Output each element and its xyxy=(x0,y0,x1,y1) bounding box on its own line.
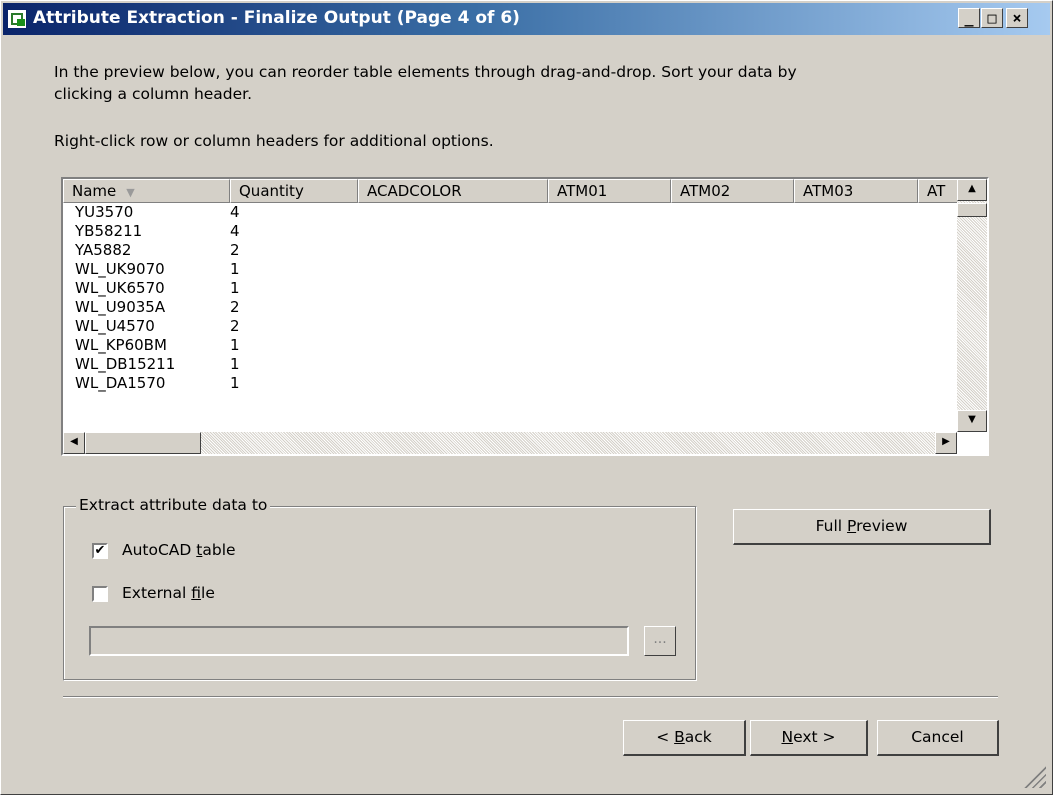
extract-groupbox-legend: Extract attribute data to xyxy=(76,496,271,514)
title-bar[interactable]: Attribute Extraction - Finalize Output (… xyxy=(3,3,1050,35)
cell-quantity: 2 xyxy=(230,298,240,316)
scroll-up-icon[interactable]: ▲ xyxy=(957,179,987,201)
column-header-acadcolor[interactable]: ACADCOLOR xyxy=(358,179,548,203)
column-header-atm01[interactable]: ATM01 xyxy=(548,179,671,203)
maximize-button[interactable]: □ xyxy=(981,8,1003,28)
back-button[interactable]: < Back xyxy=(623,720,746,756)
horizontal-scrollbar[interactable]: ◀ ▶ xyxy=(63,432,957,454)
cell-quantity: 1 xyxy=(230,336,240,354)
minimize-button[interactable]: _ xyxy=(958,8,980,28)
table-row[interactable]: YU3570 4 xyxy=(63,203,959,222)
vertical-scroll-thumb[interactable] xyxy=(957,203,987,217)
resize-grip-icon[interactable] xyxy=(1022,764,1046,788)
cell-name: WL_U9035A xyxy=(75,298,166,316)
preview-table[interactable]: Name ▼ Quantity ACADCOLOR ATM01 ATM02 ATM… xyxy=(61,177,989,456)
horizontal-scroll-thumb[interactable] xyxy=(85,432,201,454)
close-button[interactable]: × xyxy=(1006,8,1028,28)
table-row[interactable]: WL_KP60BM 1 xyxy=(63,336,959,355)
column-header-label: Name xyxy=(72,182,117,200)
column-header-atm02[interactable]: ATM02 xyxy=(671,179,794,203)
cell-quantity: 2 xyxy=(230,317,240,335)
next-button[interactable]: Next > xyxy=(750,720,868,756)
cell-name: YB58211 xyxy=(75,222,143,240)
cell-quantity: 1 xyxy=(230,260,240,278)
cell-quantity: 4 xyxy=(230,203,240,221)
table-body: YU3570 4 YB58211 4 YA5882 2 WL_UK9070 1 WL_U… xyxy=(63,203,959,432)
cell-name: YA5882 xyxy=(75,241,132,259)
cell-name: WL_KP60BM xyxy=(75,336,167,354)
column-header-name[interactable]: Name ▼ xyxy=(63,179,230,203)
sort-descending-icon: ▼ xyxy=(126,186,135,199)
instruction-text-line3: Right-click row or column headers for ad… xyxy=(54,132,494,150)
cell-quantity: 1 xyxy=(230,355,240,373)
scroll-right-icon[interactable]: ▶ xyxy=(935,432,957,454)
cell-name: WL_U4570 xyxy=(75,317,155,335)
instruction-text-line1: In the preview below, you can reorder ta… xyxy=(54,63,797,81)
cell-name: YU3570 xyxy=(75,203,134,221)
separator-line xyxy=(63,696,998,698)
window-title: Attribute Extraction - Finalize Output (… xyxy=(33,8,520,28)
scroll-down-icon[interactable]: ▼ xyxy=(957,410,987,432)
table-row[interactable]: WL_UK9070 1 xyxy=(63,260,959,279)
column-header-at[interactable]: AT xyxy=(918,179,959,203)
cell-quantity: 1 xyxy=(230,374,240,392)
table-row[interactable]: WL_DB15211 1 xyxy=(63,355,959,374)
cell-name: WL_UK9070 xyxy=(75,260,165,278)
app-icon xyxy=(7,9,27,29)
table-row[interactable]: WL_U9035A 2 xyxy=(63,298,959,317)
cell-quantity: 1 xyxy=(230,279,240,297)
autocad-table-checkbox[interactable]: ✔ xyxy=(92,543,108,559)
attribute-extraction-dialog: Attribute Extraction - Finalize Output (… xyxy=(0,0,1053,795)
table-row[interactable]: YA5882 2 xyxy=(63,241,959,260)
browse-button[interactable]: ... xyxy=(644,626,676,656)
cell-quantity: 4 xyxy=(230,222,240,240)
instruction-text-line2: clicking a column header. xyxy=(54,85,253,103)
external-file-checkbox[interactable] xyxy=(92,586,108,602)
column-header-atm03[interactable]: ATM03 xyxy=(794,179,918,203)
full-preview-button[interactable]: Full Preview xyxy=(733,509,991,545)
vertical-scrollbar[interactable]: ▲ ▼ xyxy=(957,179,987,432)
table-row[interactable]: WL_UK6570 1 xyxy=(63,279,959,298)
external-file-path-input[interactable] xyxy=(89,626,629,656)
table-row[interactable]: WL_DA1570 1 xyxy=(63,374,959,393)
column-header-quantity[interactable]: Quantity xyxy=(230,179,358,203)
cell-name: WL_UK6570 xyxy=(75,279,165,297)
cell-name: WL_DB15211 xyxy=(75,355,176,373)
cell-quantity: 2 xyxy=(230,241,240,259)
table-row[interactable]: WL_U4570 2 xyxy=(63,317,959,336)
cell-name: WL_DA1570 xyxy=(75,374,166,392)
external-file-label[interactable]: External file xyxy=(122,584,215,602)
cancel-button[interactable]: Cancel xyxy=(877,720,999,756)
table-row[interactable]: YB58211 4 xyxy=(63,222,959,241)
scroll-left-icon[interactable]: ◀ xyxy=(63,432,85,454)
autocad-table-label[interactable]: AutoCAD table xyxy=(122,541,236,559)
